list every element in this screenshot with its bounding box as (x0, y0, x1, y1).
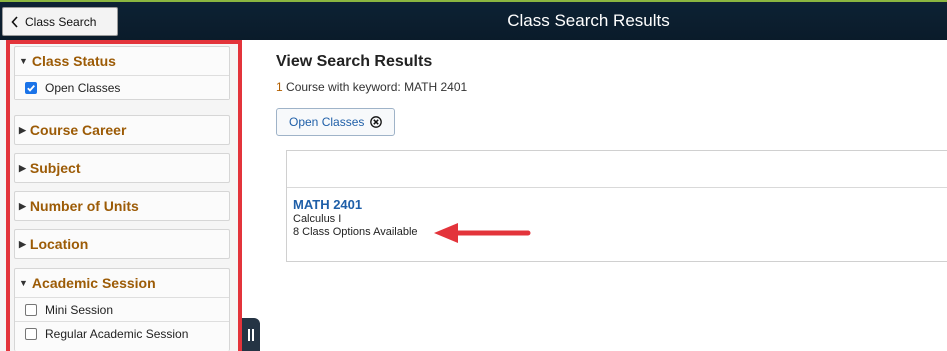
facet-location-toggle[interactable]: ▶ Location (15, 230, 229, 258)
option-label: Open Classes (45, 80, 121, 95)
sidebar-collapse-handle[interactable] (242, 318, 260, 351)
header-bar: Class Search Class Search Results (0, 0, 947, 40)
facet-class-status-toggle[interactable]: ▼ Class Status (15, 47, 229, 75)
facet-number-of-units: ▶ Number of Units (14, 191, 230, 221)
facet-course-career-toggle[interactable]: ▶ Course Career (15, 116, 229, 144)
results-heading: View Search Results (276, 53, 433, 70)
grip-icon (248, 328, 250, 341)
result-count: 1 Course with keyword: MATH 2401 (276, 80, 467, 94)
facet-academic-session: ▼ Academic Session Mini Session Regular … (14, 268, 230, 351)
caret-down-icon: ▼ (19, 278, 28, 288)
result-count-text: Course with keyword: MATH 2401 (282, 80, 468, 94)
active-filter-chip-open-classes[interactable]: Open Classes (276, 108, 396, 136)
facet-course-career: ▶ Course Career (14, 115, 230, 145)
class-options-count: 8 Class Options Available (293, 226, 418, 238)
facet-subject: ▶ Subject (14, 153, 230, 183)
checkbox-unchecked[interactable] (25, 327, 37, 340)
option-label: Regular Academic Session (45, 326, 189, 341)
facet-label: Number of Units (29, 198, 139, 214)
checkbox-unchecked[interactable] (25, 303, 37, 316)
grip-icon (252, 328, 254, 341)
annotation-arrow-icon (434, 223, 531, 243)
result-count-number: 1 (276, 80, 283, 94)
caret-down-icon: ▼ (19, 56, 28, 66)
facet-label: Class Status (31, 53, 116, 69)
caret-right-icon: ▶ (19, 238, 26, 249)
caret-right-icon: ▶ (19, 124, 26, 135)
filter-option-open-classes[interactable]: Open Classes (15, 75, 229, 99)
filter-option-regular-academic-session[interactable]: Regular Academic Session (15, 321, 229, 345)
facet-subject-toggle[interactable]: ▶ Subject (15, 154, 229, 182)
facet-number-of-units-toggle[interactable]: ▶ Number of Units (15, 192, 229, 220)
results-list: MATH 2401 Calculus I 8 Class Options Ava… (286, 150, 947, 262)
facet-label: Subject (29, 160, 81, 176)
chip-label: Open Classes (289, 115, 365, 129)
checkbox-checked[interactable] (25, 81, 37, 94)
remove-filter-icon[interactable] (370, 116, 383, 128)
facet-label: Course Career (29, 122, 127, 138)
caret-right-icon: ▶ (19, 162, 26, 173)
page-title: Class Search Results (507, 11, 670, 30)
facet-label: Location (29, 236, 89, 252)
option-label: Mini Session (45, 302, 114, 317)
course-title: Calculus I (293, 213, 342, 225)
facet-label: Academic Session (31, 275, 156, 291)
facet-location: ▶ Location (14, 229, 230, 259)
filter-option-mini-session[interactable]: Mini Session (15, 297, 229, 321)
caret-right-icon: ▶ (19, 200, 26, 211)
facet-academic-session-toggle[interactable]: ▼ Academic Session (15, 269, 229, 297)
facet-class-status: ▼ Class Status Open Classes (14, 46, 230, 100)
course-link[interactable]: MATH 2401 (293, 197, 362, 212)
results-divider (287, 187, 947, 188)
